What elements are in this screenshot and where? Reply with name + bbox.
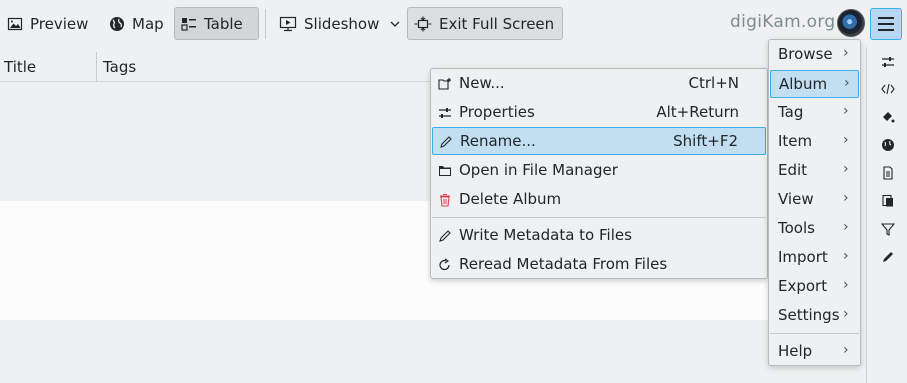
slideshow-button[interactable]: Slideshow bbox=[272, 7, 386, 40]
versions-icon[interactable] bbox=[881, 194, 895, 208]
menu-label: Edit bbox=[778, 161, 808, 179]
exit-fullscreen-icon bbox=[414, 16, 432, 31]
menu-item-shortcut: Alt+Return bbox=[656, 103, 739, 121]
menu-item-label: Open in File Manager bbox=[459, 161, 618, 179]
table-view-icon bbox=[181, 17, 196, 31]
main-menu: Browse › Album › Tag › Item › Edit › Vie… bbox=[768, 39, 861, 366]
hamburger-line bbox=[878, 29, 894, 31]
menu-label: Tools bbox=[778, 219, 815, 237]
chevron-right-icon: › bbox=[844, 75, 850, 91]
exit-full-screen-button[interactable]: Exit Full Screen bbox=[407, 7, 563, 40]
chevron-right-icon: › bbox=[843, 248, 849, 264]
hamburger-line bbox=[878, 23, 894, 25]
document-icon[interactable] bbox=[881, 166, 895, 180]
menu-label: Item bbox=[778, 132, 813, 150]
right-sidebar bbox=[866, 47, 907, 383]
menu-label: Settings bbox=[778, 306, 840, 324]
menu-item-shortcut: Shift+F2 bbox=[673, 132, 738, 150]
table-button[interactable]: Table bbox=[174, 7, 259, 40]
chevron-right-icon: › bbox=[843, 277, 849, 293]
menu-separator bbox=[770, 333, 859, 334]
globe-icon bbox=[110, 16, 124, 31]
slideshow-icon bbox=[279, 16, 297, 31]
preview-label: Preview bbox=[30, 14, 89, 33]
chevron-right-icon: › bbox=[843, 103, 849, 119]
menu-label: Export bbox=[778, 277, 828, 295]
pencil-icon bbox=[438, 229, 452, 243]
menu-album[interactable]: Album › bbox=[770, 70, 859, 98]
hamburger-line bbox=[878, 17, 894, 19]
menu-label: Tag bbox=[778, 103, 804, 121]
menu-tools[interactable]: Tools › bbox=[770, 215, 859, 243]
menu-item-write-metadata[interactable]: Write Metadata to Files bbox=[432, 222, 766, 250]
trash-icon bbox=[438, 193, 452, 207]
menu-help[interactable]: Help › bbox=[770, 338, 859, 366]
menu-separator bbox=[432, 217, 766, 218]
menu-item-reread-metadata[interactable]: Reread Metadata From Files bbox=[432, 251, 766, 279]
column-divider[interactable] bbox=[96, 52, 97, 82]
menu-item-label: New... bbox=[459, 74, 505, 92]
exit-fullscreen-label: Exit Full Screen bbox=[439, 14, 555, 33]
chevron-right-icon: › bbox=[843, 342, 849, 358]
chevron-right-icon: › bbox=[843, 161, 849, 177]
map-label: Map bbox=[132, 14, 164, 33]
menu-item-new[interactable]: New... Ctrl+N bbox=[432, 70, 766, 98]
pencil-icon[interactable] bbox=[881, 250, 895, 264]
menu-tag[interactable]: Tag › bbox=[770, 99, 859, 127]
menu-item-delete-album[interactable]: Delete Album bbox=[432, 186, 766, 214]
menu-item-rename[interactable]: Rename... Shift+F2 bbox=[432, 127, 766, 155]
rename-pencil-icon bbox=[439, 135, 453, 149]
properties-icon bbox=[438, 106, 452, 120]
code-icon[interactable] bbox=[881, 82, 895, 96]
table-empty-area bbox=[0, 320, 768, 383]
hamburger-menu-button[interactable] bbox=[870, 8, 902, 40]
menu-label: View bbox=[778, 190, 814, 208]
menu-label: Browse bbox=[778, 45, 833, 63]
menu-item-label: Delete Album bbox=[459, 190, 562, 208]
slideshow-label: Slideshow bbox=[304, 14, 380, 33]
menu-label: Help bbox=[778, 342, 813, 360]
map-button[interactable]: Map bbox=[102, 7, 171, 40]
column-header-title[interactable]: Title bbox=[4, 58, 36, 76]
menu-import[interactable]: Import › bbox=[770, 244, 859, 272]
chevron-right-icon: › bbox=[843, 219, 849, 235]
brand-text: digiKam.org bbox=[730, 12, 836, 32]
folder-icon bbox=[438, 164, 452, 178]
menu-browse[interactable]: Browse › bbox=[770, 41, 859, 69]
globe-icon[interactable] bbox=[881, 138, 895, 152]
chevron-right-icon: › bbox=[843, 190, 849, 206]
menu-item[interactable]: Item › bbox=[770, 128, 859, 156]
reload-icon bbox=[438, 258, 452, 272]
chevron-right-icon: › bbox=[843, 132, 849, 148]
menu-view[interactable]: View › bbox=[770, 186, 859, 214]
preview-icon bbox=[7, 17, 23, 30]
new-folder-icon bbox=[438, 77, 452, 91]
menu-item-open-in-file-manager[interactable]: Open in File Manager bbox=[432, 157, 766, 185]
menu-item-properties[interactable]: Properties Alt+Return bbox=[432, 99, 766, 127]
menu-item-shortcut: Ctrl+N bbox=[688, 74, 739, 92]
slideshow-dropdown-button[interactable] bbox=[385, 7, 405, 40]
menu-edit[interactable]: Edit › bbox=[770, 157, 859, 185]
color-fill-icon[interactable] bbox=[881, 110, 895, 124]
filter-icon[interactable] bbox=[881, 222, 895, 236]
menu-item-label: Reread Metadata From Files bbox=[459, 255, 668, 273]
menu-label: Album bbox=[779, 75, 828, 93]
chevron-right-icon: › bbox=[843, 45, 849, 61]
column-header-tags[interactable]: Tags bbox=[103, 58, 136, 76]
preview-button[interactable]: Preview bbox=[0, 7, 95, 40]
chevron-right-icon: › bbox=[843, 306, 849, 322]
menu-export[interactable]: Export › bbox=[770, 273, 859, 301]
adjust-icon[interactable] bbox=[881, 55, 895, 69]
menu-item-label: Properties bbox=[459, 103, 535, 121]
menu-settings[interactable]: Settings › bbox=[770, 302, 859, 330]
menu-label: Import bbox=[778, 248, 828, 266]
menu-item-label: Rename... bbox=[460, 132, 536, 150]
digikam-logo bbox=[837, 9, 865, 37]
chevron-down-icon bbox=[390, 21, 400, 27]
menu-item-label: Write Metadata to Files bbox=[459, 226, 632, 244]
table-label: Table bbox=[204, 14, 243, 33]
toolbar-separator bbox=[265, 9, 266, 39]
album-submenu: New... Ctrl+N Properties Alt+Return Rena… bbox=[430, 68, 768, 279]
